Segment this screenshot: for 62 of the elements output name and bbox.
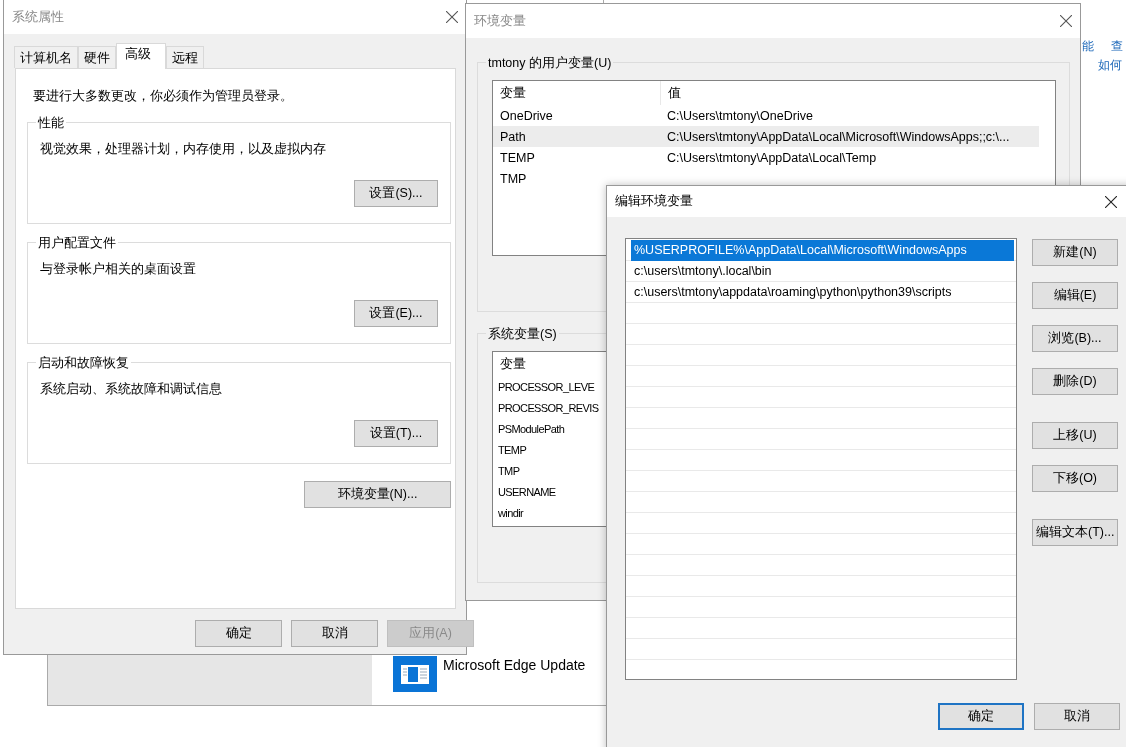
- tab[interactable]: 计算机名: [14, 46, 78, 68]
- variable-name: PSModulePath: [497, 422, 566, 435]
- window-title: 环境变量: [474, 12, 526, 30]
- close-icon[interactable]: [1105, 195, 1117, 208]
- action-button[interactable]: 删除(D): [1032, 368, 1118, 395]
- variable-row[interactable]: TEMP C:\Users\tmtony\AppData\Local\Temp: [493, 147, 1039, 168]
- path-entry[interactable]: %USERPROFILE%\AppData\Local\Microsoft\WindowsApps: [631, 240, 1014, 261]
- action-button[interactable]: 浏览(B)...: [1032, 325, 1118, 352]
- window-title: 系统属性: [12, 8, 64, 26]
- column-header[interactable]: 变量: [493, 81, 661, 105]
- tab[interactable]: 高级: [116, 43, 166, 69]
- path-entry[interactable]: c:\users\tmtony\.local\bin: [631, 261, 1014, 282]
- variable-value: C:\Users\tmtony\OneDrive: [666, 108, 813, 123]
- app-name[interactable]: Microsoft Edge Update: [443, 657, 586, 673]
- group-title: tmtony 的用户变量(U): [486, 55, 614, 72]
- close-icon[interactable]: [1060, 15, 1072, 27]
- variable-row[interactable]: OneDrive C:\Users\tmtony\OneDrive: [493, 105, 1039, 126]
- settings-button[interactable]: 设置(E)...: [354, 300, 438, 327]
- variable-name: TMP: [499, 171, 528, 186]
- variable-name: PROCESSOR_REVIS: [497, 401, 600, 414]
- variable-row[interactable]: TMP: [493, 168, 1039, 189]
- variable-name: USERNAME: [497, 485, 557, 498]
- variable-value: C:\Users\tmtony\AppData\Local\Microsoft\WindowsApps;;c:\...: [666, 129, 1010, 144]
- variable-name: windir: [497, 506, 525, 519]
- dialog-button[interactable]: 确定: [195, 620, 282, 647]
- link[interactable]: 查: [1111, 38, 1123, 55]
- link[interactable]: 能: [1082, 38, 1094, 55]
- variable-value: C:\Users\tmtony\AppData\Local\Temp: [666, 150, 877, 165]
- action-button[interactable]: 上移(U): [1032, 422, 1118, 449]
- link[interactable]: 如何: [1098, 57, 1122, 74]
- column-header[interactable]: 值: [661, 84, 681, 102]
- window-icon: [393, 656, 437, 692]
- settings-button[interactable]: 设置(S)...: [354, 180, 438, 207]
- variable-name: TMP: [497, 464, 521, 477]
- variable-name: PROCESSOR_LEVE: [497, 380, 596, 393]
- variable-name: TEMP: [497, 443, 528, 456]
- action-button[interactable]: 新建(N): [1032, 239, 1118, 266]
- settings-button[interactable]: 设置(T)...: [354, 420, 438, 447]
- path-entry[interactable]: c:\users\tmtony\appdata\roaming\python\python39\scripts: [631, 282, 1014, 303]
- dialog-button[interactable]: 取消: [291, 620, 378, 647]
- close-icon[interactable]: [446, 11, 458, 23]
- group-description: 视觉效果，处理器计划，内存使用，以及虚拟内存: [40, 141, 327, 158]
- variable-name: OneDrive: [499, 108, 554, 123]
- variable-row[interactable]: Path C:\Users\tmtony\AppData\Local\Microsoft\WindowsApps;;c:\...: [493, 126, 1039, 147]
- group-title: 用户配置文件: [36, 235, 118, 252]
- action-button[interactable]: 下移(O): [1032, 465, 1118, 492]
- group-description: 系统启动、系统故障和调试信息: [40, 381, 223, 398]
- group-title: 启动和故障恢复: [36, 355, 131, 372]
- action-button[interactable]: 编辑文本(T)...: [1032, 519, 1118, 546]
- group-description: 与登录帐户相关的桌面设置: [40, 261, 197, 278]
- variable-name: TEMP: [499, 150, 536, 165]
- group-title: 系统变量(S): [486, 326, 559, 343]
- window-title: 编辑环境变量: [615, 193, 693, 210]
- dialog-button[interactable]: 取消: [1034, 703, 1120, 730]
- environment-variables-button[interactable]: 环境变量(N)...: [304, 481, 451, 508]
- variable-name: Path: [499, 129, 527, 144]
- notice-text: 要进行大多数更改，你必须作为管理员登录。: [33, 88, 294, 105]
- tab[interactable]: 硬件: [78, 46, 116, 68]
- dialog-button[interactable]: 确定: [938, 703, 1024, 730]
- tab[interactable]: 远程: [166, 46, 204, 68]
- action-button[interactable]: 编辑(E): [1032, 282, 1118, 309]
- group-title: 性能: [36, 115, 66, 132]
